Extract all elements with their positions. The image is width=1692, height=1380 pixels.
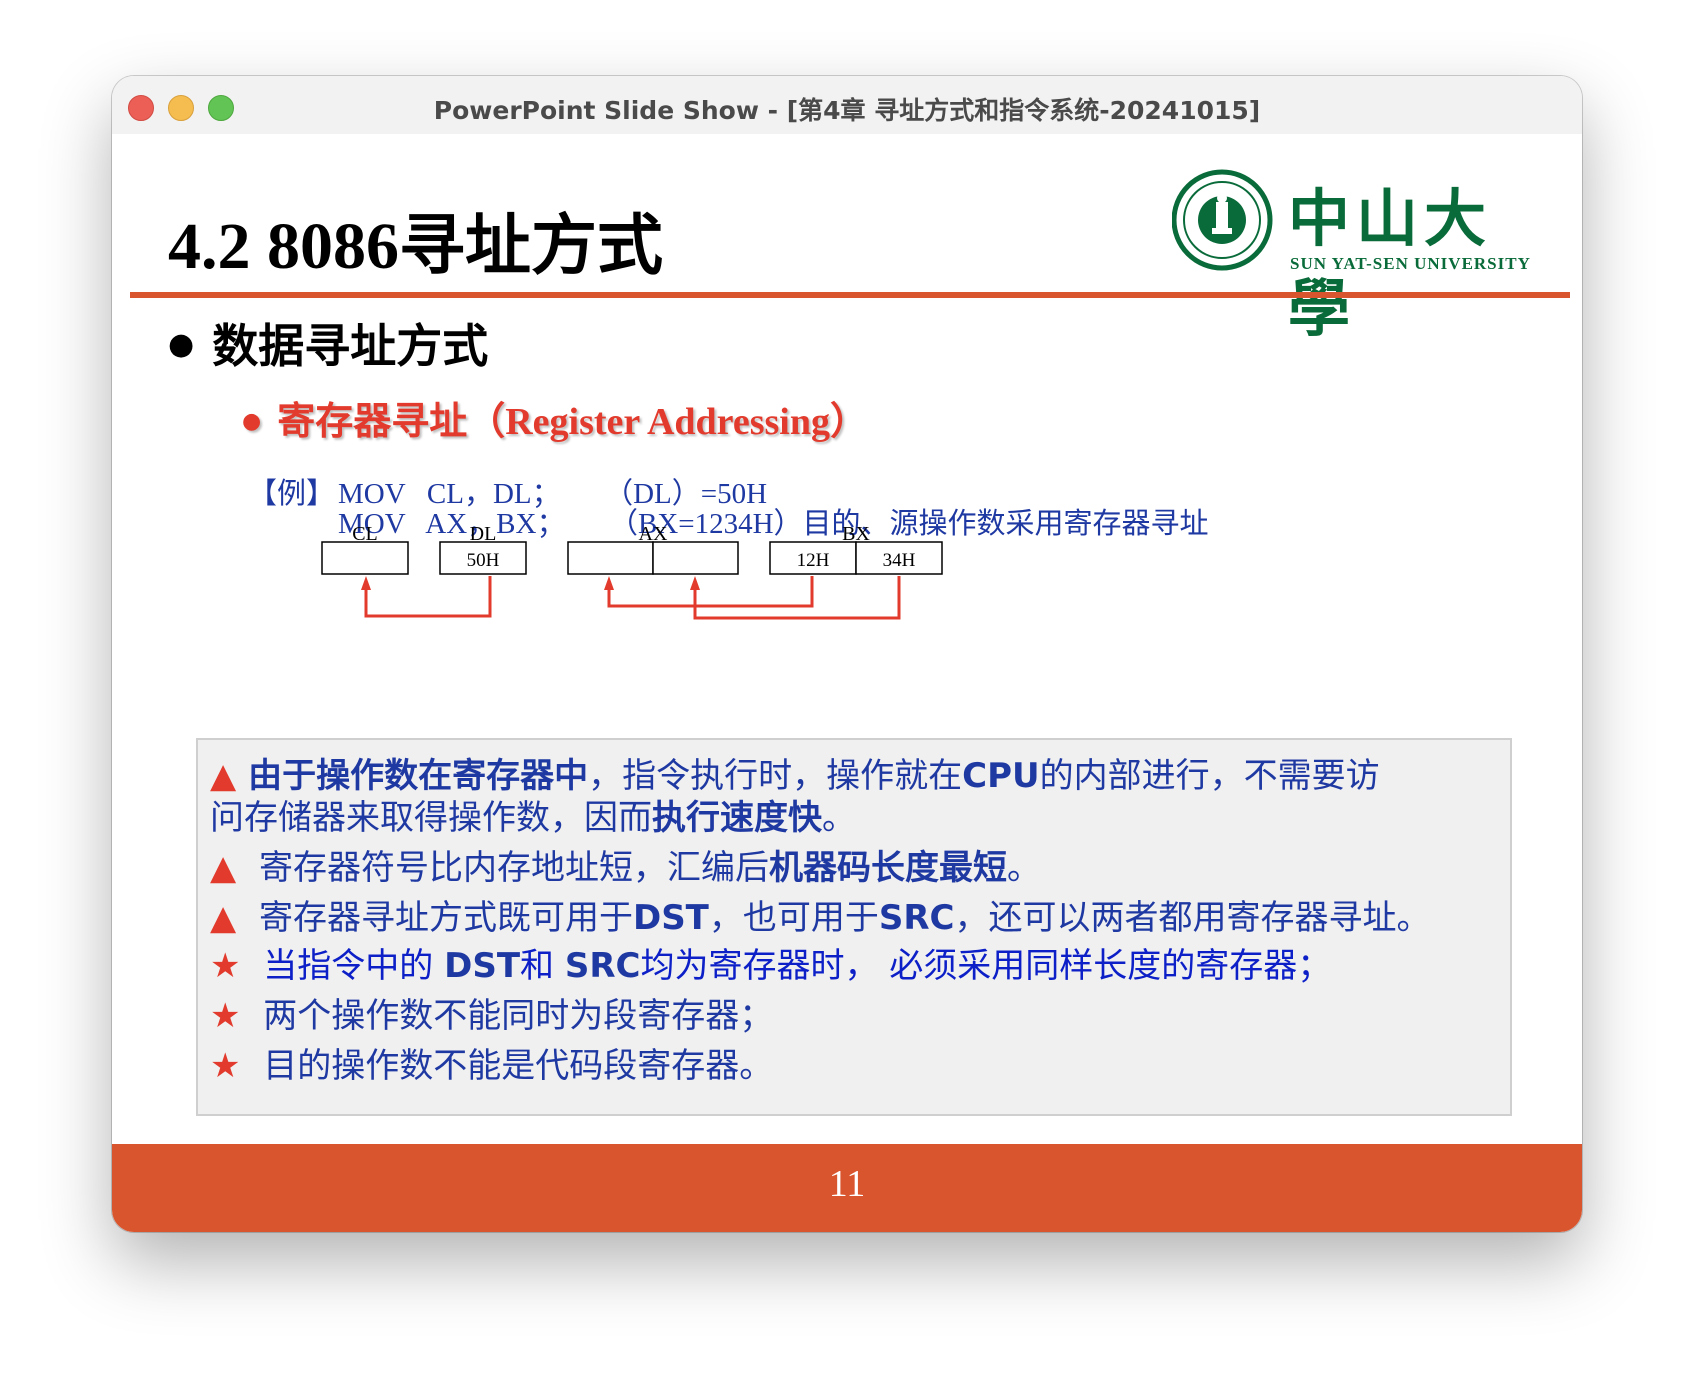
slide[interactable]: 4.2 8086寻址方式 中山大學 SUN YAT-SEN UNIVERSITY… [112,134,1582,1232]
note-line-4: ▲ 寄存器寻址方式既可用于DST，也可用于SRC，还可以两者都用寄存器寻址。 [210,890,1431,939]
slide-footer: 11 [112,1144,1582,1232]
note-segment: 寄存器符号比内存地址短，汇编后 [248,848,769,888]
note-line-3: ▲ 寄存器符号比内存地址短，汇编后机器码长度最短。 [210,840,1041,889]
arrowhead-al-icon [690,576,700,590]
note-segment: 当指令中的 [252,946,445,986]
note-segment: 机器码长度最短 [768,848,1007,888]
notes-box: ▲ 由于操作数在寄存器中，指令执行时，操作就在CPU的内部进行，不需要访 问存储器来… [196,738,1512,1116]
note-line-7: ★ 目的操作数不能是代码段寄存器。 [210,1038,773,1087]
note-segment: DST [632,898,709,938]
note-line-5: ★ 当指令中的 DST和 SRC均为寄存器时， 必须采用同样长度的寄存器； [210,938,1331,987]
window-titlebar[interactable]: PowerPoint Slide Show - [第4章 寻址方式和指令系统-2… [112,76,1582,135]
register-value-bx-0: 12H [797,550,830,571]
note-segment: 两个操作数不能同时为段寄存器； [252,996,774,1036]
triangle-icon: ▲ [210,898,237,938]
arrow-bh-to-ah [607,576,814,608]
note-segment: SRC [564,946,641,986]
note-segment: 均为寄存器时， 必须采用同样长度的寄存器； [640,946,1332,986]
note-segment: CPU [962,756,1040,796]
note-segment: 。 [1006,848,1041,888]
note-segment: SRC [878,898,955,938]
slideshow-window: PowerPoint Slide Show - [第4章 寻址方式和指令系统-2… [112,76,1582,1232]
note-segment: 问存储器来取得操作数，因而 [210,798,652,838]
note-segment: 目的操作数不能是代码段寄存器。 [252,1046,774,1086]
arrowhead-ah-icon [604,576,614,590]
note-segment: 。 [822,798,856,838]
note-line-6: ★ 两个操作数不能同时为段寄存器； [210,988,773,1037]
register-cell-ax-0 [567,541,654,575]
note-segment: 执行速度快 [652,798,822,838]
note-segment: ，还可以两者都用寄存器寻址。 [954,898,1431,938]
register-cell-cl-0 [321,541,409,575]
note-segment: ，也可用于 [708,898,879,938]
note-segment: 的内部进行，不需要访 [1039,756,1380,796]
arrow-bl-to-al [693,576,901,620]
arrow-dl-to-cl [364,576,492,618]
star-icon: ★ [210,996,241,1036]
arrowhead-cl-icon [361,576,371,590]
star-icon: ★ [210,1046,241,1086]
note-segment: 和 [520,946,565,986]
register-value-bx-1: 34H [883,550,916,571]
star-icon: ★ [210,946,241,986]
window-title: PowerPoint Slide Show - [第4章 寻址方式和指令系统-2… [433,96,1261,125]
register-value-dl-0: 50H [467,550,500,571]
note-segment: 寄存器寻址方式既可用于 [248,898,633,938]
register-cell-ax-1 [652,541,739,575]
page-number: 11 [828,1163,866,1205]
note-line-2: 问存储器来取得操作数，因而执行速度快。 [210,790,856,839]
note-segment: DST [444,946,521,986]
triangle-icon: ▲ [210,848,237,888]
